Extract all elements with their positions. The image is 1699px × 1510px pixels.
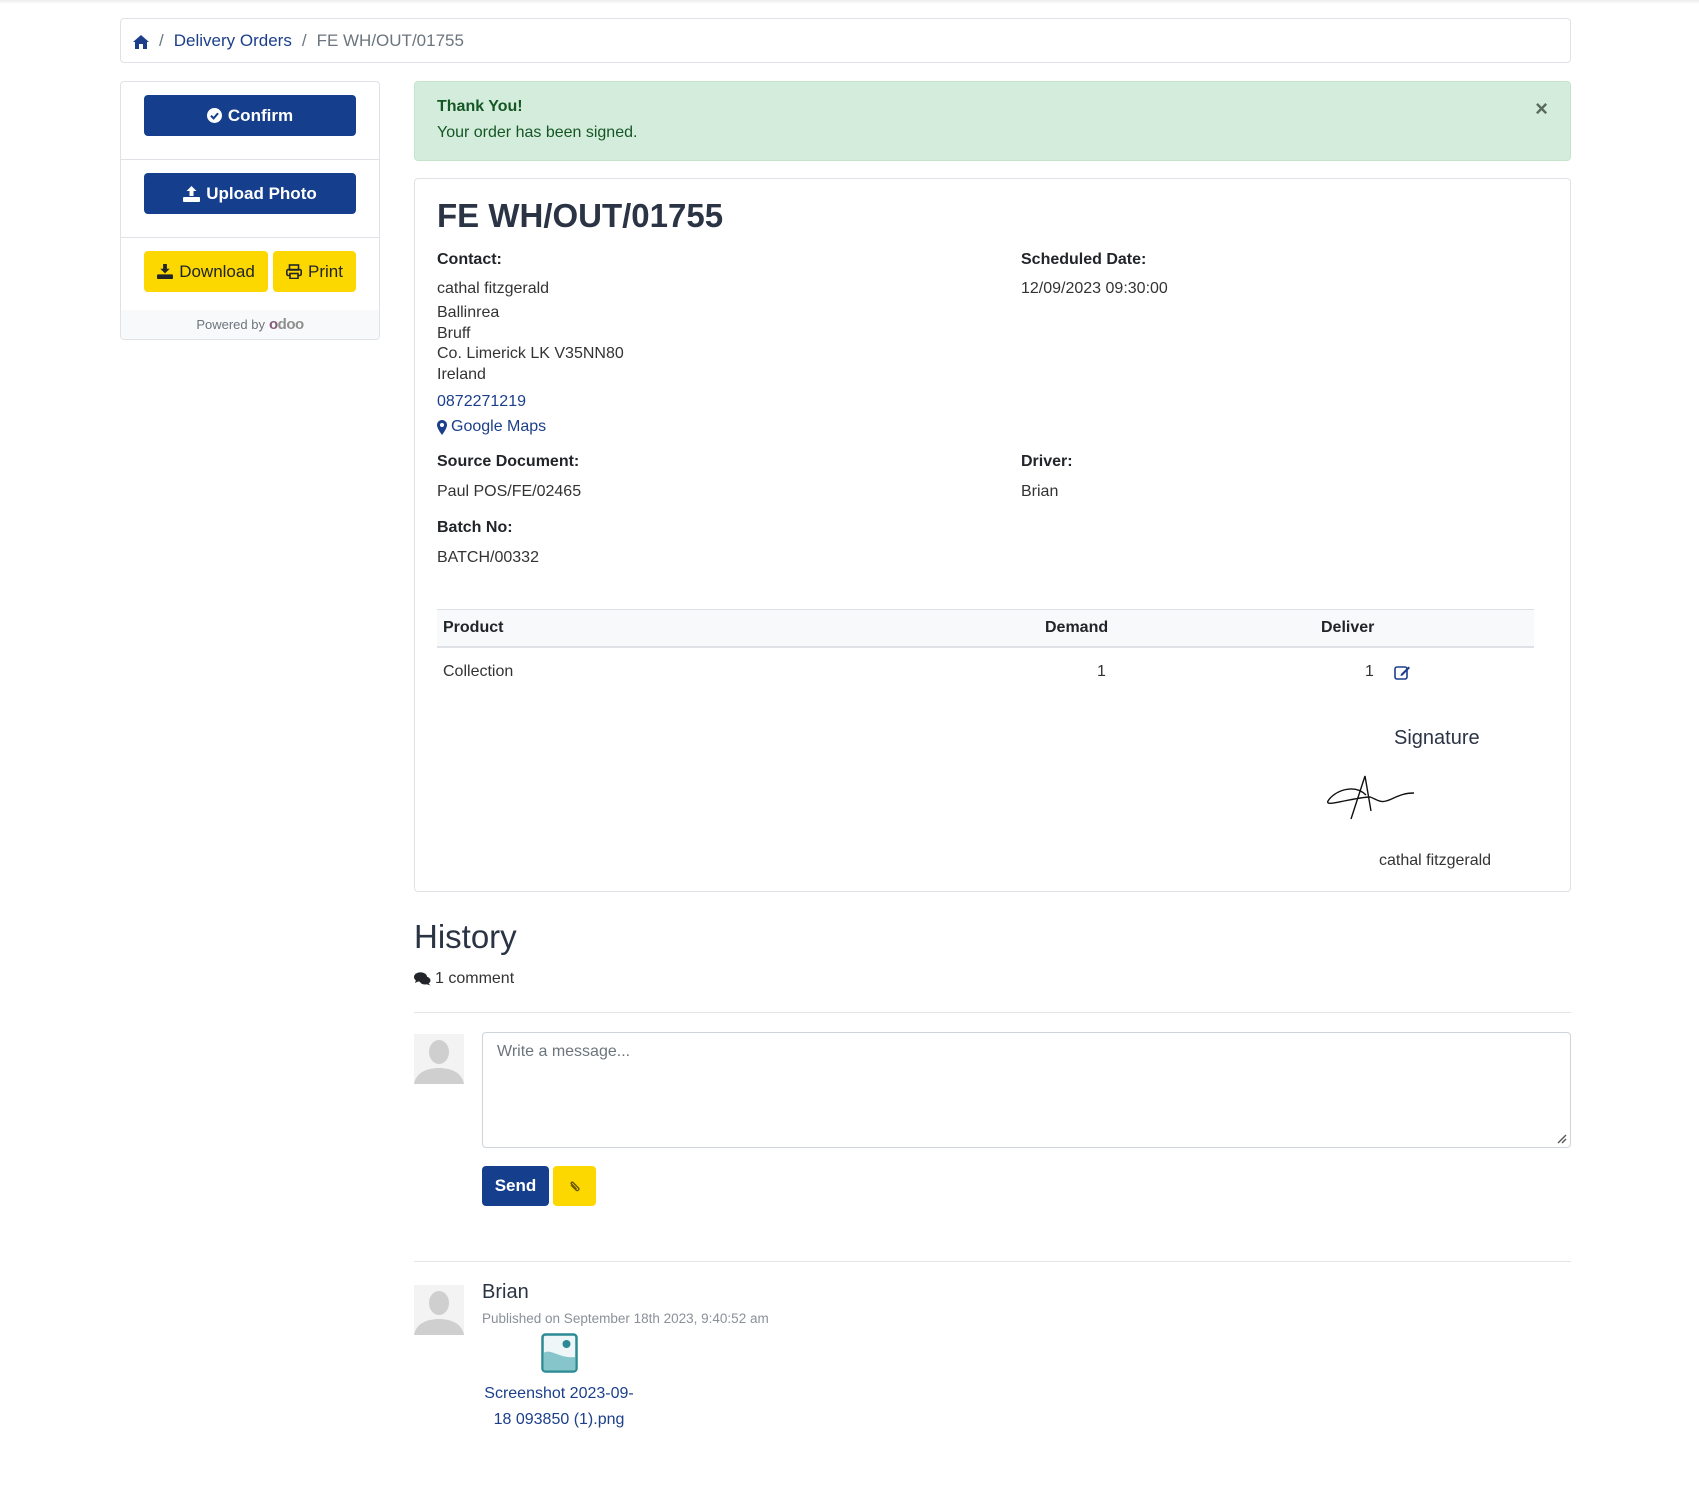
signature-title: Signature bbox=[1394, 727, 1480, 749]
divider bbox=[414, 1012, 1571, 1013]
attach-button[interactable] bbox=[553, 1166, 596, 1206]
signature-image bbox=[1327, 775, 1415, 820]
breadcrumb-delivery-orders[interactable]: Delivery Orders bbox=[174, 31, 292, 51]
check-circle-icon bbox=[206, 108, 222, 123]
send-button[interactable]: Send bbox=[482, 1166, 549, 1206]
driver-value: Brian bbox=[1021, 483, 1059, 500]
address-line: Ireland bbox=[437, 365, 486, 383]
order-card: FE WH/OUT/01755 Contact: cathal fitzgera… bbox=[414, 178, 1571, 892]
sidebar-actions: Confirm Upload Photo Download Print Powe… bbox=[120, 81, 380, 340]
address-line: Bruff bbox=[437, 324, 471, 342]
address-line: Ballinrea bbox=[437, 304, 500, 321]
confirm-label: Confirm bbox=[227, 105, 294, 125]
download-label: Download bbox=[179, 261, 255, 281]
product-table-header: Product Demand Deliver bbox=[437, 609, 1534, 648]
upload-photo-label: Upload Photo bbox=[206, 183, 317, 203]
breadcrumb-current: FE WH/OUT/01755 bbox=[316, 30, 464, 50]
user-placeholder-icon bbox=[414, 1034, 464, 1084]
alert-title: Thank You! bbox=[437, 98, 523, 115]
breadcrumb: / Delivery Orders / FE WH/OUT/01755 bbox=[120, 18, 1571, 63]
resize-handle-icon[interactable] bbox=[1555, 1132, 1567, 1144]
comments-icon bbox=[414, 972, 431, 986]
batch-no-label: Batch No: bbox=[437, 519, 513, 536]
home-icon[interactable] bbox=[133, 34, 149, 49]
download-print-section: Download Print bbox=[121, 238, 379, 312]
batch-no-value: BATCH/00332 bbox=[437, 549, 539, 566]
phone-link[interactable]: 0872271219 bbox=[437, 393, 526, 411]
confirm-button[interactable]: Confirm bbox=[144, 95, 356, 136]
google-maps-link[interactable]: Google Maps bbox=[437, 418, 546, 436]
upload-photo-button[interactable]: Upload Photo bbox=[144, 173, 356, 214]
contact-label: Contact: bbox=[437, 251, 502, 268]
comment-count: 1 comment bbox=[414, 970, 514, 988]
contact-address: Ballinrea Bruff Co. Limerick LK V35NN80 … bbox=[437, 303, 624, 385]
column-header-product: Product bbox=[443, 619, 504, 636]
powered-by: Powered by odoo bbox=[121, 310, 379, 339]
message-placeholder: Write a message... bbox=[497, 1043, 631, 1060]
powered-by-text: Powered by bbox=[196, 317, 265, 332]
avatar bbox=[414, 1285, 464, 1335]
scheduled-date-value: 12/09/2023 09:30:00 bbox=[1021, 280, 1168, 297]
map-marker-icon bbox=[437, 419, 447, 435]
driver-label: Driver: bbox=[1021, 453, 1073, 470]
message-author: Brian bbox=[482, 1281, 529, 1303]
upload-section: Upload Photo bbox=[121, 160, 379, 238]
alert-message: Your order has been signed. bbox=[437, 124, 638, 141]
google-maps-label: Google Maps bbox=[451, 418, 547, 435]
breadcrumb-separator: / bbox=[301, 30, 307, 50]
history-title: History bbox=[414, 918, 517, 955]
image-file-icon[interactable] bbox=[541, 1333, 578, 1373]
source-document-label: Source Document: bbox=[437, 453, 580, 470]
attachment-link[interactable]: Screenshot 2023-09-18 093850 (1).png bbox=[482, 1381, 636, 1433]
message-date: Published on September 18th 2023, 9:40:5… bbox=[482, 1311, 769, 1326]
confirm-section: Confirm bbox=[121, 82, 379, 160]
odoo-logo[interactable]: odoo bbox=[269, 316, 304, 333]
contact-name: cathal fitzgerald bbox=[437, 280, 550, 297]
success-alert: Thank You! Your order has been signed. × bbox=[414, 81, 1571, 161]
column-header-deliver: Deliver bbox=[1321, 619, 1375, 636]
top-shadow bbox=[0, 0, 1699, 4]
demand-cell: 1 bbox=[1097, 663, 1106, 680]
download-button[interactable]: Download bbox=[144, 251, 268, 292]
signer-name: cathal fitzgerald bbox=[1379, 852, 1492, 869]
divider bbox=[414, 1261, 1571, 1262]
print-label: Print bbox=[308, 261, 343, 281]
page-title: FE WH/OUT/01755 bbox=[437, 197, 724, 234]
source-document-value: Paul POS/FE/02465 bbox=[437, 483, 582, 500]
avatar bbox=[414, 1034, 464, 1084]
close-icon[interactable]: × bbox=[1535, 98, 1548, 120]
message-input[interactable]: Write a message... bbox=[482, 1032, 1571, 1148]
breadcrumb-separator: / bbox=[159, 30, 164, 50]
upload-icon bbox=[183, 185, 201, 202]
comment-count-text: 1 comment bbox=[435, 970, 515, 987]
product-cell: Collection bbox=[443, 663, 514, 680]
print-icon bbox=[286, 264, 303, 279]
print-button[interactable]: Print bbox=[273, 251, 356, 292]
edit-icon[interactable] bbox=[1394, 664, 1411, 681]
user-placeholder-icon bbox=[414, 1285, 464, 1335]
paperclip-icon bbox=[569, 1181, 580, 1192]
download-icon bbox=[157, 264, 174, 279]
column-header-demand: Demand bbox=[1045, 619, 1109, 636]
scheduled-date-label: Scheduled Date: bbox=[1021, 251, 1147, 268]
address-line: Co. Limerick LK V35NN80 bbox=[437, 345, 624, 362]
deliver-cell: 1 bbox=[1365, 663, 1374, 680]
